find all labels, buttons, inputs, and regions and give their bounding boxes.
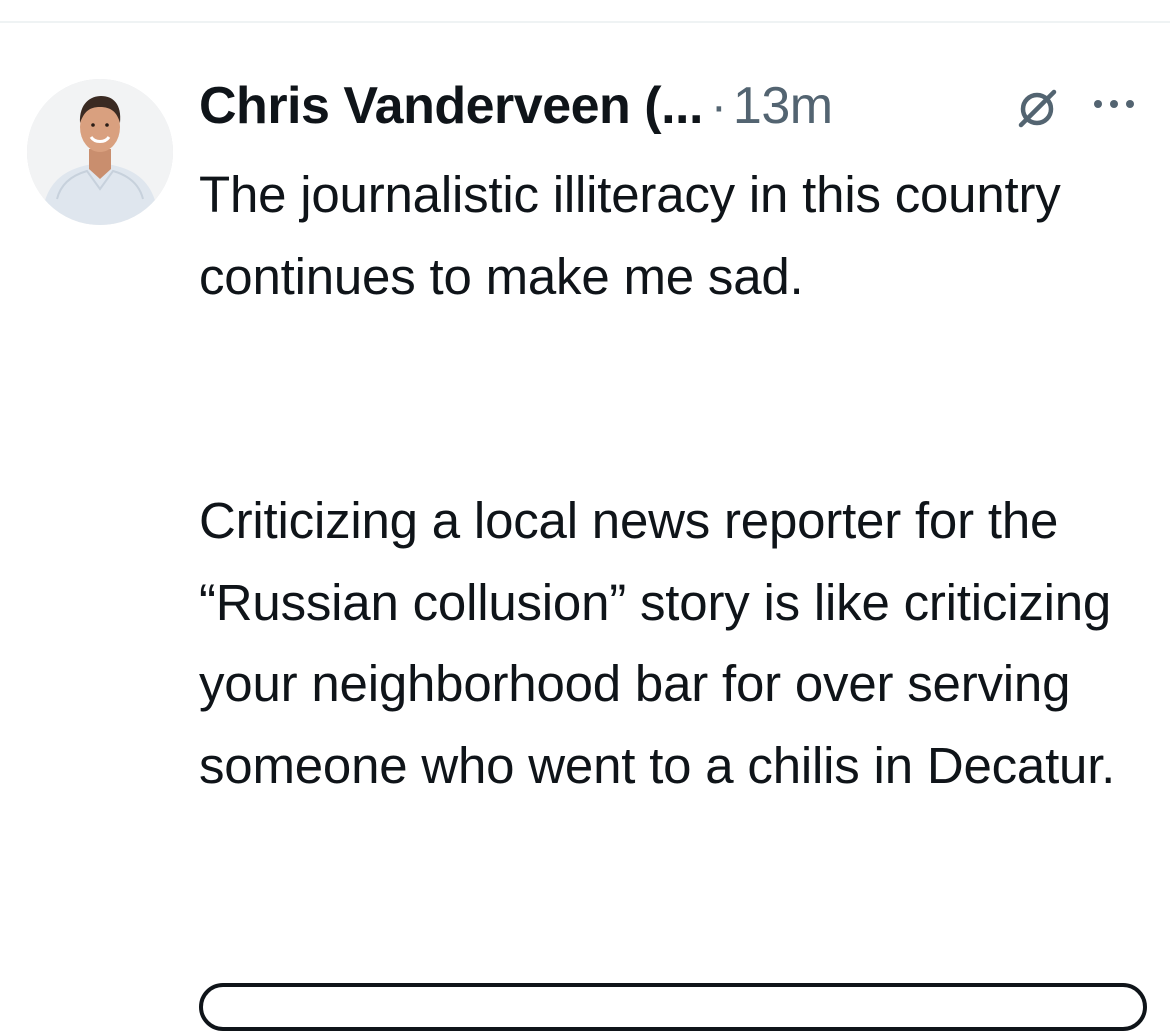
separator-dot: · [710, 79, 727, 133]
grok-icon[interactable] [1012, 84, 1062, 134]
tweet-timestamp[interactable]: 13m [733, 76, 833, 136]
author-name[interactable]: Chris Vanderveen (... [199, 76, 703, 136]
avatar-photo [27, 79, 173, 225]
tweet-header: Chris Vanderveen (... · 13m [199, 74, 833, 138]
top-divider [0, 21, 1170, 23]
media-card-edge[interactable] [199, 983, 1147, 1031]
more-options-icon[interactable] [1088, 92, 1140, 116]
paragraph-break [199, 317, 1139, 480]
tweet-paragraph: Criticizing a local news reporter for th… [199, 492, 1116, 794]
tweet-paragraph: The journalistic illiteracy in this coun… [199, 166, 1061, 305]
tweet-body: The journalistic illiteracy in this coun… [199, 154, 1139, 806]
author-avatar[interactable] [27, 79, 173, 225]
